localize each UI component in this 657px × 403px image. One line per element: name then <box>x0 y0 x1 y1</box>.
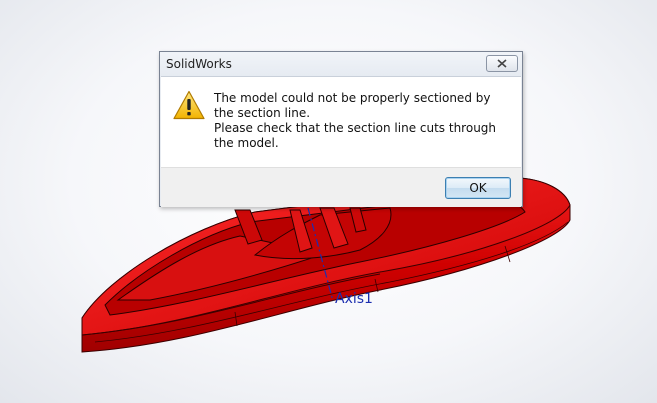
message-dialog: SolidWorks The model could not be proper… <box>159 51 523 207</box>
dialog-title: SolidWorks <box>166 57 232 71</box>
dialog-message: The model could not be properly sectione… <box>214 91 509 151</box>
dialog-footer: OK <box>161 167 521 207</box>
ok-button[interactable]: OK <box>445 177 511 199</box>
close-button[interactable] <box>486 55 518 72</box>
message-line-2: Please check that the section line cuts … <box>214 121 497 150</box>
warning-icon <box>173 90 205 120</box>
close-icon <box>497 59 507 68</box>
dialog-titlebar[interactable]: SolidWorks <box>160 52 522 76</box>
message-line-1: The model could not be properly sectione… <box>214 91 491 120</box>
axis-label[interactable]: Axis1 <box>335 291 373 307</box>
dialog-content: The model could not be properly sectione… <box>161 76 521 167</box>
